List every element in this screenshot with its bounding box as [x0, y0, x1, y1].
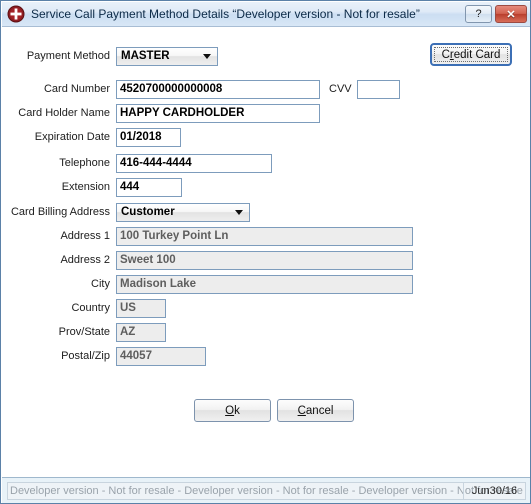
developer-version-marquee: Developer version - Not for resale - Dev… — [7, 482, 526, 500]
row-telephone: Telephone — [2, 153, 272, 173]
help-button[interactable]: ? — [465, 5, 492, 23]
expiration-date-input[interactable] — [116, 127, 181, 147]
row-extension: Extension — [2, 177, 182, 197]
credit-card-button[interactable]: Credit Card — [430, 43, 512, 66]
row-prov-state: Prov/State — [2, 322, 166, 342]
first-aid-cross-icon — [7, 5, 25, 23]
ok-button-label: Ok — [225, 404, 240, 417]
focus-ring — [434, 47, 508, 62]
payment-method-label: Payment Method — [26, 49, 110, 62]
payment-method-select[interactable]: MASTER — [116, 46, 218, 66]
address-2-label: Address 2 — [60, 253, 110, 266]
extension-input[interactable] — [116, 177, 182, 197]
postal-zip-label: Postal/Zip — [61, 349, 110, 362]
card-billing-address-label: Card Billing Address — [10, 205, 110, 218]
row-card-holder-name: Card Holder Name — [2, 103, 320, 123]
city-input[interactable] — [116, 274, 413, 294]
cvv-label: CVV — [329, 82, 352, 95]
card-billing-address-select[interactable]: Customer — [116, 202, 250, 222]
payment-method-value: MASTER — [121, 49, 170, 62]
row-payment-method: Payment Method MASTER — [2, 46, 218, 66]
prov-state-label: Prov/State — [58, 325, 110, 338]
row-city: City — [2, 274, 413, 294]
country-label: Country — [71, 301, 110, 314]
row-country: Country — [2, 298, 166, 318]
telephone-label: Telephone — [59, 156, 110, 169]
card-holder-name-label: Card Holder Name — [18, 106, 110, 119]
cvv-input[interactable] — [356, 79, 400, 99]
close-button[interactable]: ✕ — [495, 5, 527, 23]
cancel-button-label: Cancel — [297, 404, 334, 417]
telephone-input[interactable] — [116, 153, 272, 173]
row-address-2: Address 2 — [2, 250, 413, 270]
card-number-label: Card Number — [43, 82, 110, 95]
ok-button[interactable]: Ok — [194, 399, 271, 422]
postal-zip-input[interactable] — [116, 346, 206, 366]
row-expiration-date: Expiration Date — [2, 127, 181, 147]
card-holder-name-input[interactable] — [116, 103, 320, 123]
address-2-input[interactable] — [116, 250, 413, 270]
row-card-number: Card Number CVV — [2, 79, 400, 99]
card-billing-address-value: Customer — [121, 205, 175, 218]
chevron-down-icon — [235, 210, 243, 215]
expiration-date-label: Expiration Date — [34, 130, 110, 143]
status-date: Jun30/16 — [463, 482, 526, 500]
status-bar: Developer version - Not for resale - Dev… — [2, 477, 530, 503]
dialog-body: Credit Card Payment Method MASTER Card N… — [2, 27, 530, 476]
chevron-down-icon — [203, 54, 211, 59]
city-label: City — [91, 277, 110, 290]
extension-label: Extension — [61, 180, 110, 193]
card-number-input[interactable] — [116, 79, 320, 99]
row-postal-zip: Postal/Zip — [2, 346, 206, 366]
title-bar[interactable]: Service Call Payment Method Details “Dev… — [2, 2, 530, 27]
country-input[interactable] — [116, 298, 166, 318]
window-controls: ? ✕ — [465, 5, 527, 23]
dialog-window: Service Call Payment Method Details “Dev… — [0, 0, 531, 504]
address-1-label: Address 1 — [60, 229, 110, 242]
cancel-button[interactable]: Cancel — [277, 399, 354, 422]
row-address-1: Address 1 — [2, 226, 413, 246]
row-card-billing-address: Card Billing Address Customer — [2, 202, 250, 222]
window-title: Service Call Payment Method Details “Dev… — [31, 7, 420, 21]
address-1-input[interactable] — [116, 226, 413, 246]
prov-state-input[interactable] — [116, 322, 166, 342]
